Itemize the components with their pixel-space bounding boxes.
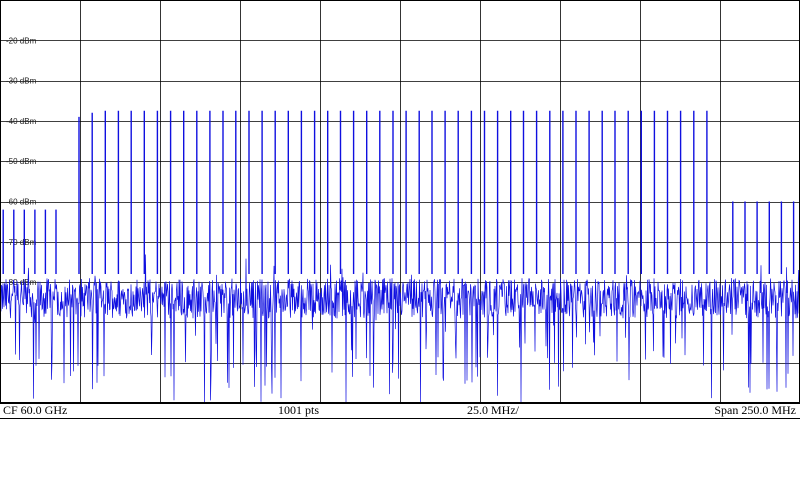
y-tick-label: -40 dBm <box>6 117 37 126</box>
spectrum-plot: -20 dBm -30 dBm -40 dBm -50 dBm -60 dBm -70 d… <box>0 0 800 403</box>
span-label: Span 250.0 MHz <box>714 403 796 417</box>
y-tick-label: -20 dBm <box>6 36 37 45</box>
per-division-label: 25.0 MHz/ <box>467 403 519 417</box>
center-frequency-label: CF 60.0 GHz <box>3 403 68 417</box>
y-tick-label: -70 dBm <box>6 238 37 247</box>
annotation-bar: CF 60.0 GHz 1001 pts 25.0 MHz/ Span 250.… <box>0 403 800 419</box>
spectrum-display: -20 dBm -30 dBm -40 dBm -50 dBm -60 dBm -70 d… <box>0 0 800 420</box>
y-tick-label: -30 dBm <box>6 77 37 86</box>
sweep-points-label: 1001 pts <box>278 403 320 417</box>
y-tick-label: -60 dBm <box>6 198 37 207</box>
y-tick-label: -50 dBm <box>6 157 37 166</box>
